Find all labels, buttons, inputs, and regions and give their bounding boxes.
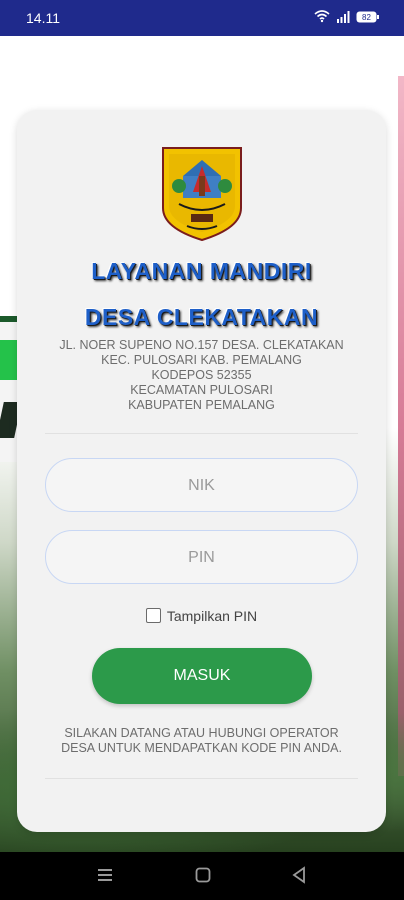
divider	[45, 778, 358, 779]
address-line: KODEPOS 52355	[151, 368, 252, 382]
nik-input[interactable]: NIK	[45, 458, 358, 512]
battery-level: 82	[362, 13, 371, 22]
info-note-line2: DESA UNTUK MENDAPATKAN KODE PIN ANDA.	[61, 741, 342, 755]
login-button[interactable]: MASUK	[92, 648, 312, 704]
login-card: LAYANAN MANDIRI DESA CLEKATAKAN JL. NOER…	[17, 110, 386, 832]
pin-placeholder: PIN	[188, 549, 215, 566]
address-line: KABUPATEN PEMALANG	[128, 398, 275, 412]
show-pin-row: Tampilkan PIN	[17, 608, 386, 624]
wifi-icon	[314, 9, 330, 26]
logo-emblem	[161, 146, 243, 242]
app-title-line1: LAYANAN MANDIRI	[91, 258, 312, 284]
app-title-line2: DESA CLEKATAKAN	[84, 304, 319, 330]
home-nav-icon[interactable]	[194, 866, 212, 889]
address-line: KECAMATAN PULOSARI	[130, 383, 273, 397]
show-pin-label[interactable]: Tampilkan PIN	[167, 608, 257, 624]
menu-nav-icon[interactable]	[96, 866, 114, 889]
signal-icon	[336, 10, 350, 26]
back-nav-icon[interactable]	[290, 866, 308, 889]
address-line: KEC. PULOSARI KAB. PEMALANG	[101, 353, 302, 367]
battery-icon: 82	[356, 10, 380, 26]
show-pin-checkbox[interactable]	[145, 608, 161, 623]
status-time: 14.11	[26, 10, 60, 26]
info-note-line1: SILAKAN DATANG ATAU HUBUNGI OPERATOR	[64, 726, 339, 740]
status-bar: 14.11 82	[0, 0, 404, 36]
pin-input[interactable]: PIN	[45, 530, 358, 584]
divider	[45, 433, 358, 434]
status-icons: 82	[314, 9, 380, 26]
address-line: JL. NOER SUPENO NO.157 DESA. CLEKATAKAN	[59, 338, 344, 352]
nik-placeholder: NIK	[188, 477, 215, 494]
background-edge	[398, 76, 404, 776]
system-nav-bar	[0, 852, 404, 900]
